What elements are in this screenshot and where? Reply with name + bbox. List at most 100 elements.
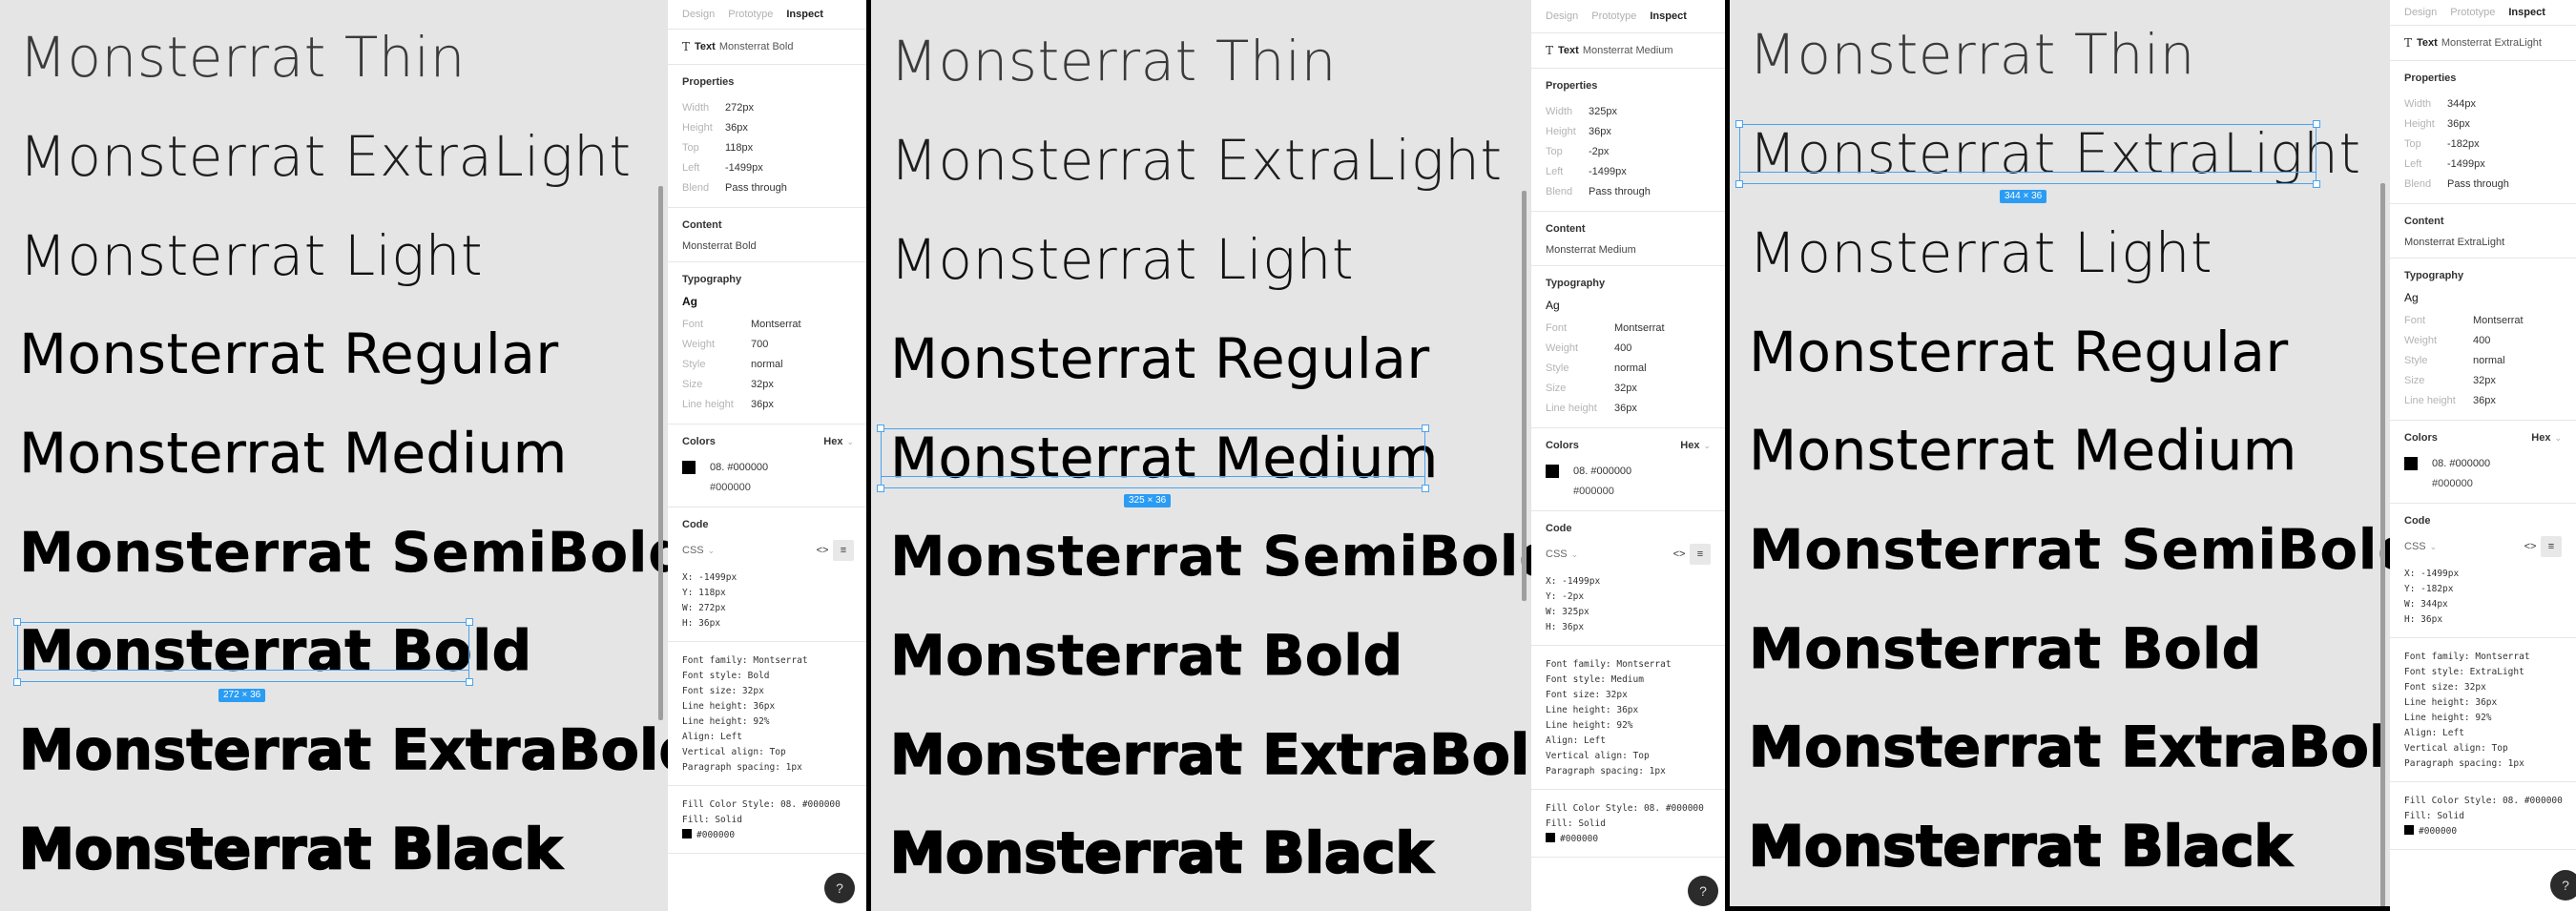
- sample-medium[interactable]: Monsterrat Medium: [890, 429, 1439, 487]
- sample-medium[interactable]: Monsterrat Medium: [19, 424, 568, 482]
- code-view-icon[interactable]: <>: [812, 540, 833, 561]
- sample-extralight[interactable]: Monsterrat ExtraLight: [19, 128, 632, 185]
- tab-design[interactable]: Design: [2404, 7, 2437, 18]
- list-view-icon[interactable]: ≡: [1690, 544, 1711, 565]
- properties-section: Properties Width 344px Height 36px Top -182…: [2390, 61, 2576, 204]
- sample-bold[interactable]: Monsterrat Bold: [19, 622, 532, 680]
- colors-section: Colors Hex ⌄ 08. #000000 #000000: [1531, 428, 1725, 511]
- color-style-row[interactable]: 08. #000000: [1546, 461, 1711, 481]
- code-fill[interactable]: Fill Color Style: 08. #000000 Fill: Soli…: [2404, 794, 2563, 824]
- typography-preview: Ag: [2404, 291, 2419, 304]
- sample-regular[interactable]: Monsterrat Regular: [890, 330, 1430, 387]
- resize-handle-bottom-left[interactable]: [877, 485, 884, 492]
- resize-handle-bottom-left[interactable]: [1735, 180, 1743, 188]
- design-canvas[interactable]: Monsterrat Thin Monsterrat ExtraLight Mo…: [0, 0, 668, 911]
- sample-extralight[interactable]: Monsterrat ExtraLight: [890, 132, 1503, 189]
- color-style-row[interactable]: 08. #000000: [682, 457, 854, 477]
- code-fill-hex[interactable]: #000000: [2404, 824, 2562, 839]
- screenshot-3: Monsterrat Thin Monsterrat ExtraLight Mo…: [1730, 0, 2576, 911]
- content-value[interactable]: Monsterrat Bold: [682, 240, 854, 252]
- tab-inspect[interactable]: Inspect: [2508, 7, 2545, 18]
- code-position[interactable]: X: -1499px Y: 118px W: 272px H: 36px: [682, 570, 854, 631]
- color-format-dropdown[interactable]: Hex ⌄: [2531, 432, 2562, 444]
- sample-black[interactable]: Monsterrat Black: [889, 823, 1434, 882]
- vertical-scrollbar[interactable]: [658, 186, 663, 720]
- list-view-icon[interactable]: ≡: [2541, 536, 2562, 557]
- content-value[interactable]: Monsterrat Medium: [1546, 244, 1711, 256]
- sample-semibold[interactable]: Monsterrat SemiBold: [1749, 521, 2390, 578]
- code-font[interactable]: Font family: Montserrat Font style: Extr…: [2404, 650, 2562, 772]
- sample-bold[interactable]: Monsterrat Bold: [1749, 620, 2262, 678]
- sample-thin[interactable]: Monsterrat Thin: [1749, 26, 2195, 83]
- sample-black[interactable]: Monsterrat Black: [1748, 817, 2293, 876]
- sample-light[interactable]: Monsterrat Light: [19, 227, 483, 284]
- resize-handle-top-left[interactable]: [1735, 120, 1743, 128]
- design-canvas[interactable]: Monsterrat Thin Monsterrat ExtraLight Mo…: [1730, 0, 2390, 911]
- typography-row: Font Montserrat: [682, 318, 801, 330]
- sample-extrabold[interactable]: Monsterrat ExtraBold: [1748, 717, 2390, 776]
- sample-black[interactable]: Monsterrat Black: [18, 819, 563, 879]
- tab-inspect[interactable]: Inspect: [786, 9, 823, 20]
- code-language-dropdown[interactable]: CSS ⌄: [1546, 549, 1578, 560]
- code-font[interactable]: Font family: Montserrat Font style: Medi…: [1546, 657, 1711, 779]
- help-button[interactable]: ?: [1688, 876, 1718, 906]
- code-language-dropdown[interactable]: CSS ⌄: [2404, 541, 2437, 552]
- color-format-dropdown[interactable]: Hex ⌄: [1680, 440, 1711, 451]
- panel-tabs: Design Prototype Inspect: [1531, 0, 1725, 33]
- section-title: Content: [1546, 223, 1586, 235]
- code-fill-hex[interactable]: #000000: [1546, 832, 1711, 847]
- tab-design[interactable]: Design: [1546, 10, 1578, 22]
- content-section: Content Monsterrat Medium: [1531, 212, 1725, 266]
- color-swatch: [682, 460, 696, 474]
- tab-prototype[interactable]: Prototype: [2450, 7, 2495, 18]
- code-position[interactable]: X: -1499px Y: -182px W: 344px H: 36px: [2404, 567, 2562, 628]
- content-value[interactable]: Monsterrat ExtraLight: [2404, 237, 2562, 248]
- section-title: Content: [2404, 216, 2444, 227]
- vertical-scrollbar[interactable]: [2380, 183, 2385, 908]
- sample-regular[interactable]: Monsterrat Regular: [1749, 323, 2289, 381]
- code-fill-hex[interactable]: #000000: [682, 828, 854, 843]
- list-view-icon[interactable]: ≡: [833, 540, 854, 561]
- sample-extrabold[interactable]: Monsterrat ExtraBold: [18, 720, 668, 779]
- sample-medium[interactable]: Monsterrat Medium: [1749, 422, 2297, 479]
- help-button[interactable]: ?: [2550, 870, 2576, 901]
- sample-light[interactable]: Monsterrat Light: [1749, 224, 2212, 281]
- color-hex-value[interactable]: #000000: [682, 477, 854, 497]
- tab-prototype[interactable]: Prototype: [728, 9, 773, 20]
- section-title: Properties: [1546, 80, 1598, 92]
- tab-design[interactable]: Design: [682, 9, 715, 20]
- property-row: Width 272px: [682, 101, 754, 114]
- sample-bold[interactable]: Monsterrat Bold: [890, 627, 1403, 685]
- design-canvas[interactable]: Monsterrat Thin Monsterrat ExtraLight Mo…: [871, 0, 1531, 911]
- code-language-dropdown[interactable]: CSS ⌄: [682, 545, 715, 556]
- sample-semibold[interactable]: Monsterrat SemiBold: [890, 528, 1531, 585]
- sample-extralight[interactable]: Monsterrat ExtraLight: [1749, 125, 2361, 182]
- sample-regular[interactable]: Monsterrat Regular: [19, 325, 559, 383]
- vertical-scrollbar[interactable]: [1522, 191, 1527, 601]
- property-row: Height 36px: [2404, 117, 2470, 130]
- color-hex-value[interactable]: #000000: [1546, 481, 1711, 501]
- sample-light[interactable]: Monsterrat Light: [890, 231, 1354, 288]
- color-style-row[interactable]: 08. #000000: [2404, 453, 2562, 473]
- section-title: Code: [2404, 515, 2431, 527]
- tab-inspect[interactable]: Inspect: [1650, 10, 1687, 22]
- sample-semibold[interactable]: Monsterrat SemiBold: [19, 524, 668, 581]
- color-format-dropdown[interactable]: Hex ⌄: [823, 436, 854, 447]
- resize-handle-top-left[interactable]: [877, 424, 884, 432]
- sample-extrabold[interactable]: Monsterrat ExtraBold: [889, 725, 1531, 784]
- code-fill[interactable]: Fill Color Style: 08. #000000 Fill: Soli…: [682, 797, 854, 828]
- typography-section: Typography Ag Font Montserrat Weight 400 S…: [1531, 266, 1725, 428]
- code-font[interactable]: Font family: Montserrat Font style: Bold…: [682, 653, 854, 776]
- colors-section: Colors Hex ⌄ 08. #000000 #000000: [668, 424, 866, 507]
- help-button[interactable]: ?: [824, 873, 855, 903]
- property-row: Blend Pass through: [1546, 185, 1651, 197]
- tab-prototype[interactable]: Prototype: [1591, 10, 1636, 22]
- code-position[interactable]: X: -1499px Y: -2px W: 325px H: 36px: [1546, 574, 1711, 635]
- code-view-icon[interactable]: <>: [1669, 544, 1690, 565]
- color-hex-value[interactable]: #000000: [2404, 473, 2562, 493]
- code-view-icon[interactable]: <>: [2520, 536, 2541, 557]
- sample-thin[interactable]: Monsterrat Thin: [890, 32, 1337, 90]
- section-title: Properties: [682, 76, 735, 88]
- sample-thin[interactable]: Monsterrat Thin: [19, 29, 466, 86]
- code-fill[interactable]: Fill Color Style: 08. #000000 Fill: Soli…: [1546, 801, 1711, 832]
